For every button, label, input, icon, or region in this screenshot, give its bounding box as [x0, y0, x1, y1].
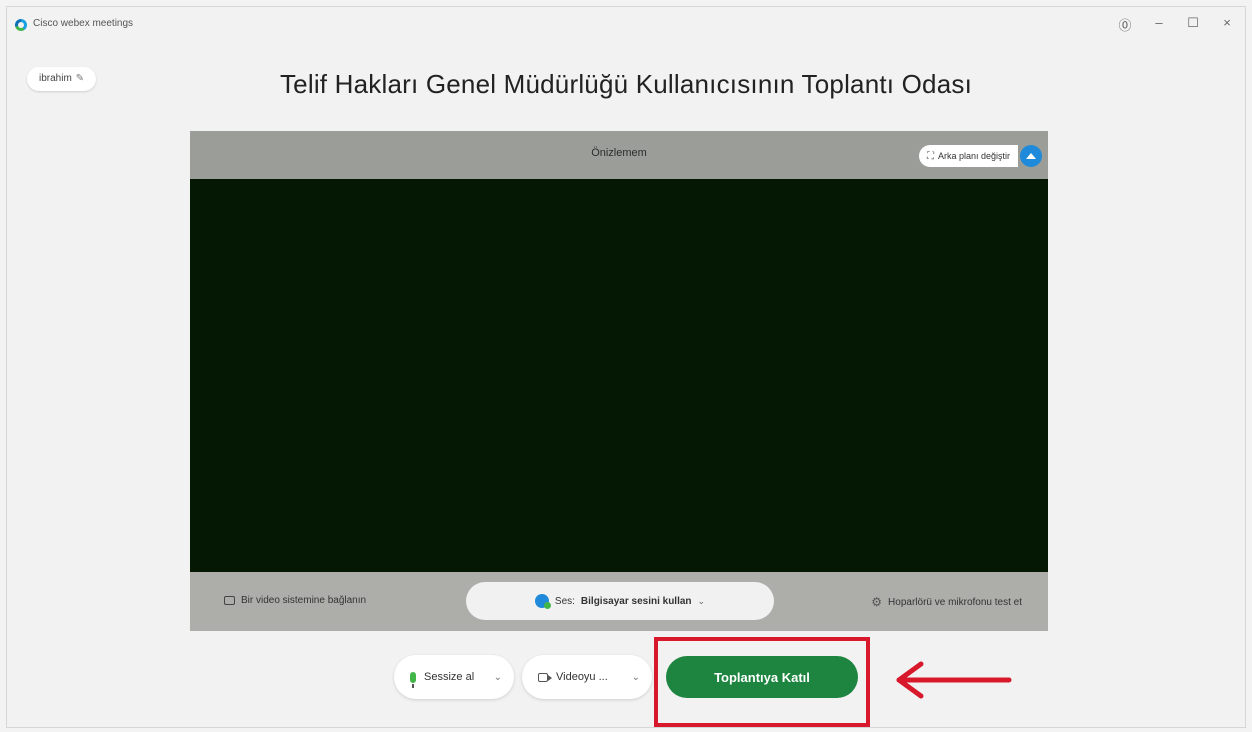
mute-button[interactable]: Sessize al ⌄ — [394, 655, 514, 699]
gear-icon: ⚙ — [871, 595, 883, 609]
join-meeting-button[interactable]: Toplantıya Katıl — [666, 656, 858, 698]
annotation-arrow-icon — [896, 661, 1012, 699]
collapse-preview-button[interactable] — [1020, 145, 1042, 167]
mute-label: Sessize al — [424, 671, 475, 683]
title-bar: Cisco webex meetings ⓪ – ☐ × — [7, 7, 1245, 43]
change-background-label: Arka planı değiştir — [937, 151, 1010, 161]
cast-icon — [224, 596, 235, 605]
speaker-test-label: Hoparlörü ve mikrofonu test et — [888, 596, 1022, 608]
maximize-button[interactable]: ☐ — [1185, 15, 1201, 34]
video-button[interactable]: Videoyu ... ⌄ — [522, 655, 652, 699]
audio-value: Bilgisayar sesini kullan — [580, 595, 692, 607]
background-person-icon: ⛶ — [926, 150, 934, 162]
preview-header: Önizlemem ⛶ Arka planı değiştir — [190, 131, 1048, 179]
chevron-down-icon[interactable]: ⌄ — [494, 672, 502, 683]
meeting-controls: Sessize al ⌄ Videoyu ... ⌄ Toplantıya Ka… — [0, 655, 1252, 699]
close-button[interactable]: × — [1219, 15, 1235, 34]
page-title: Telif Hakları Genel Müdürlüğü Kullanıcıs… — [279, 69, 972, 99]
self-video-preview — [190, 179, 1048, 572]
video-label: Videoyu ... — [556, 671, 608, 683]
camera-icon — [538, 672, 552, 682]
minimize-button[interactable]: – — [1151, 15, 1167, 34]
headset-icon — [534, 594, 551, 609]
webex-logo-icon — [15, 19, 27, 31]
chevron-down-icon: ⌄ — [697, 595, 706, 606]
change-background-button[interactable]: ⛶ Arka planı değiştir — [918, 145, 1018, 167]
video-system-label: Bir video sistemine bağlanın — [241, 595, 367, 606]
app-title: Cisco webex meetings — [33, 18, 134, 29]
speaker-mic-test-button[interactable]: ⚙ Hoparlörü ve mikrofonu test et — [871, 595, 1022, 609]
window-controls: ⓪ – ☐ × — [1117, 15, 1235, 34]
audio-label: Ses: — [554, 595, 575, 607]
audio-selector[interactable]: Ses: Bilgisayar sesini kullan ⌄ — [466, 582, 774, 620]
help-icon[interactable]: ⓪ — [1117, 15, 1133, 34]
video-preview-panel: Önizlemem ⛶ Arka planı değiştir Bir vide… — [190, 131, 1048, 631]
chevron-down-icon[interactable]: ⌄ — [632, 672, 640, 683]
microphone-icon — [410, 671, 416, 688]
connect-video-system-button[interactable]: Bir video sistemine bağlanın — [224, 595, 366, 606]
preview-footer: Bir video sistemine bağlanın Ses: Bilgis… — [190, 572, 1048, 631]
